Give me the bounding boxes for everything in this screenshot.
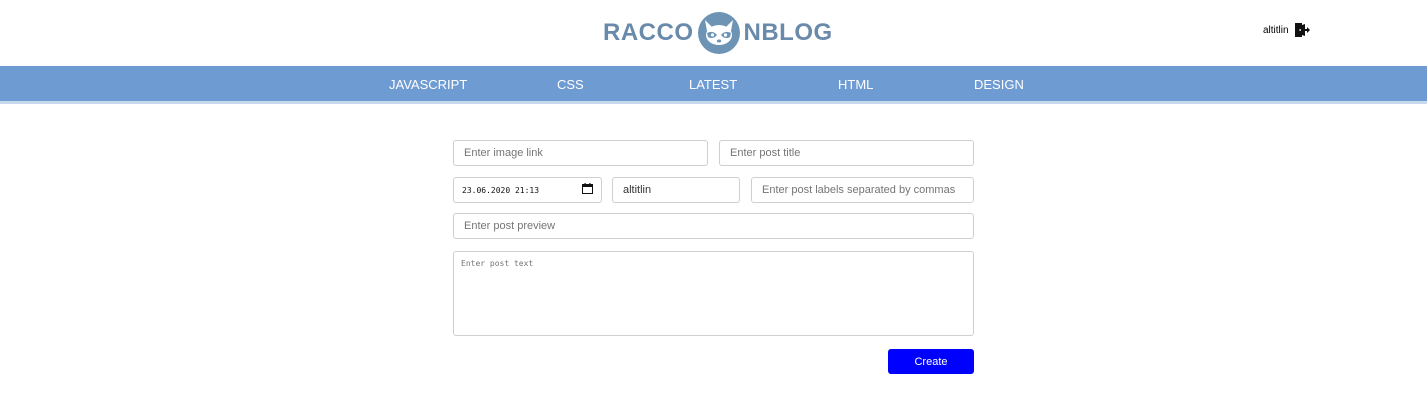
logo-text-left: RACCO	[603, 19, 694, 46]
image-link-input[interactable]	[453, 140, 708, 166]
post-text-input[interactable]	[453, 251, 974, 336]
post-title-input[interactable]	[719, 140, 974, 166]
nav-item-latest[interactable]: LATEST	[689, 77, 737, 92]
create-button[interactable]: Create	[888, 349, 974, 374]
category-nav: JAVASCRIPT CSS LATEST HTML DESIGN	[0, 66, 1427, 104]
username: altitlin	[1263, 24, 1289, 36]
nav-item-html[interactable]: HTML	[838, 77, 873, 92]
logo-text-right: NBLOG	[743, 19, 833, 46]
post-labels-input[interactable]	[751, 177, 974, 203]
user-area: altitlin	[1263, 22, 1310, 38]
logout-icon[interactable]	[1294, 22, 1310, 38]
nav-item-design[interactable]: DESIGN	[974, 77, 1024, 92]
nav-item-css[interactable]: CSS	[557, 77, 584, 92]
post-preview-input[interactable]	[453, 213, 974, 239]
post-date-value: 23.06.2020 21:13	[462, 185, 540, 195]
post-date-input[interactable]: 23.06.2020 21:13	[453, 177, 602, 203]
raccoon-icon	[697, 12, 740, 54]
header: RACCO NBLOG altitlin	[0, 0, 1427, 66]
author-input[interactable]	[612, 177, 740, 203]
nav-item-javascript[interactable]: JAVASCRIPT	[389, 77, 467, 92]
site-logo[interactable]: RACCO NBLOG	[603, 10, 833, 56]
calendar-icon[interactable]	[582, 181, 593, 199]
